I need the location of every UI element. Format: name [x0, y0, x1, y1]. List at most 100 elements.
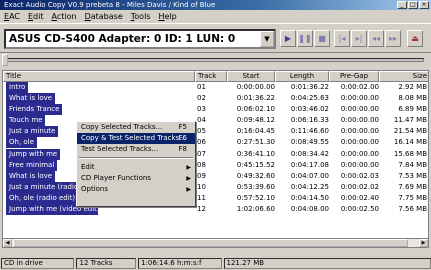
drive-select[interactable]: ASUS CD-S400 Adapter: 0 ID: 1 LUN: 0 ▼ [4, 29, 276, 49]
track-start-cell: 0:27:51.30 [227, 137, 275, 148]
horizontal-scrollbar[interactable]: ◀ ▶ [3, 238, 428, 247]
table-row[interactable]: Just a minute 05 0:16:04.45 0:11:46.60 0:00:… [3, 126, 428, 138]
track-length-cell: 0:03:46.02 [275, 104, 329, 115]
context-menu-item[interactable]: Options ▶ [77, 184, 195, 195]
track-pregap-cell: 0:00:00.00 [329, 149, 379, 160]
track-length-cell: 0:11:46.60 [275, 126, 329, 137]
track-pregap: 0:00:00.00 [340, 138, 379, 147]
menu-help[interactable]: Help [158, 12, 176, 21]
column-pregap[interactable]: Pre-Gap [329, 71, 379, 82]
track-start: 0:49:32.60 [236, 171, 275, 180]
track-start-cell: 0:00:00.00 [227, 82, 275, 93]
track-number-cell: 08 [195, 160, 227, 171]
track-start: 0:09:48.12 [236, 116, 275, 125]
table-row[interactable]: Touch me 04 0:09:48.12 0:06:16.33 0:00:00.00… [3, 115, 428, 127]
track-number-cell: 07 [195, 149, 227, 160]
track-size-cell: 2.92 MB [379, 82, 428, 93]
track-pregap-cell: 0:00:02.00 [329, 82, 379, 93]
track-pregap: 0:00:00.00 [340, 116, 379, 125]
track-pregap-cell: 0:00:02.03 [329, 171, 379, 182]
submenu-arrow-icon: ▶ [186, 175, 191, 182]
context-menu-item[interactable]: Edit ▶ [77, 162, 195, 173]
track-number-cell: 02 [195, 93, 227, 104]
column-start[interactable]: Start [227, 71, 275, 82]
minimize-icon[interactable]: _ [397, 1, 407, 9]
track-start: 0:27:51.30 [236, 138, 275, 147]
table-row[interactable]: Free minimal 08 0:45:15.52 0:04:17.08 0:00:0… [3, 159, 428, 171]
eject-icon[interactable]: ⏏ [407, 30, 423, 47]
status-bar: CD in drive 12 Tracks 1:06:14.6 h:m:s:f … [0, 258, 431, 270]
table-row[interactable]: Jump with me (video edit) 12 1:02:06.60 0:0… [3, 204, 428, 216]
track-title: Free minimal [6, 159, 58, 171]
track-length: 0:06:16.33 [290, 116, 329, 125]
previous-track-icon[interactable]: |◂ [334, 30, 350, 47]
position-slider[interactable] [0, 53, 431, 67]
scroll-left-icon[interactable]: ◀ [3, 239, 12, 247]
track-title: Just a minute [6, 126, 59, 138]
close-icon[interactable]: × [419, 1, 429, 9]
drive-toolbar: ASUS CD-S400 Adapter: 0 ID: 1 LUN: 0 ▼ ▶… [0, 23, 431, 53]
track-size: 15.68 MB [393, 149, 427, 158]
fast-forward-icon[interactable]: ▸▸ [385, 30, 401, 47]
menu-item-shortcut: F8 [178, 145, 187, 153]
slider-thumb[interactable] [2, 54, 8, 66]
table-row[interactable]: Intro 01 0:00:00.00 0:01:36.22 0:00:02.00 2.9… [3, 82, 428, 93]
column-track[interactable]: Track [195, 71, 227, 82]
menu-edit[interactable]: Edit [28, 12, 44, 21]
track-number: 08 [197, 160, 206, 169]
column-size[interactable]: Size [379, 71, 428, 82]
track-pregap-cell: 0:00:02.50 [329, 204, 379, 215]
context-menu-item[interactable]: Test Selected Tracks... F8 [77, 144, 195, 155]
table-row[interactable]: What is love 09 0:49:32.60 0:04:07.00 0:00:0… [3, 170, 428, 182]
menu-tools[interactable]: Tools [131, 12, 151, 21]
status-size: 121.27 MB [223, 258, 431, 269]
track-title: Jump with me [6, 148, 61, 160]
table-row[interactable]: What is love 02 0:01:36.22 0:04:25.63 0:00:0… [3, 93, 428, 105]
track-number-cell: 03 [195, 104, 227, 115]
track-start: 0:06:02.10 [236, 105, 275, 114]
track-size: 7.53 MB [398, 171, 427, 180]
status-disc: CD in drive [1, 258, 75, 269]
table-row[interactable]: Jump with me 07 0:36:41.10 0:08:34.42 0:00:0… [3, 148, 428, 160]
track-start-cell: 0:45:15.52 [227, 160, 275, 171]
table-row[interactable]: Oh, ole 06 0:27:51.30 0:08:49.55 0:00:00.00 1… [3, 137, 428, 149]
track-pregap: 0:00:02.03 [340, 171, 379, 180]
menu-database[interactable]: Database [85, 12, 123, 21]
maximize-icon[interactable]: □ [408, 1, 418, 9]
track-size-cell: 11.47 MB [379, 115, 428, 126]
stop-icon[interactable]: ■ [314, 30, 330, 47]
context-menu-item[interactable]: CD Player Functions ▶ [77, 173, 195, 184]
track-pregap: 0:00:00.00 [340, 105, 379, 114]
track-title: Touch me [6, 115, 46, 127]
scrollbar-thumb[interactable] [13, 239, 408, 247]
slider-track [6, 58, 424, 62]
track-size: 2.92 MB [398, 83, 427, 91]
track-length: 0:04:12.25 [290, 182, 329, 191]
play-icon[interactable]: ▶ [280, 30, 296, 47]
track-length-cell: 0:04:17.08 [275, 160, 329, 171]
column-title[interactable]: Title [3, 71, 195, 82]
track-size: 7.56 MB [398, 205, 427, 214]
track-title-cell: Intro [3, 82, 195, 93]
chevron-down-icon[interactable]: ▼ [260, 31, 274, 47]
track-number: 03 [197, 105, 206, 114]
track-length-cell: 0:06:16.33 [275, 115, 329, 126]
next-track-icon[interactable]: ▸| [351, 30, 367, 47]
menu-item-label: Options [81, 185, 109, 193]
context-menu-item[interactable]: Copy Selected Tracks... F5 [77, 122, 195, 133]
column-length[interactable]: Length [275, 71, 329, 82]
track-pregap-cell: 0:00:00.00 [329, 104, 379, 115]
menu-eac[interactable]: EAC [4, 12, 20, 21]
table-row[interactable]: Friends Trance 03 0:06:02.10 0:03:46.02 0:00… [3, 104, 428, 116]
table-row[interactable]: Oh, ole (radio edit) 11 0:57:52.10 0:04:14.… [3, 192, 428, 204]
track-length-cell: 0:01:36.22 [275, 82, 329, 93]
rewind-icon[interactable]: ◂◂ [368, 30, 384, 47]
context-menu-item[interactable]: Copy & Test Selected Tracks... F6 [77, 133, 195, 144]
track-size: 6.89 MB [398, 105, 427, 114]
scroll-right-icon[interactable]: ▶ [419, 239, 428, 247]
pause-icon[interactable]: ❚❚ [297, 30, 313, 47]
table-row[interactable]: Just a minute (radio edit) 10 0:53:39.60 0:… [3, 181, 428, 193]
menu-action[interactable]: Action [51, 12, 76, 21]
track-number-cell: 06 [195, 137, 227, 148]
track-start-cell: 0:49:32.60 [227, 171, 275, 182]
